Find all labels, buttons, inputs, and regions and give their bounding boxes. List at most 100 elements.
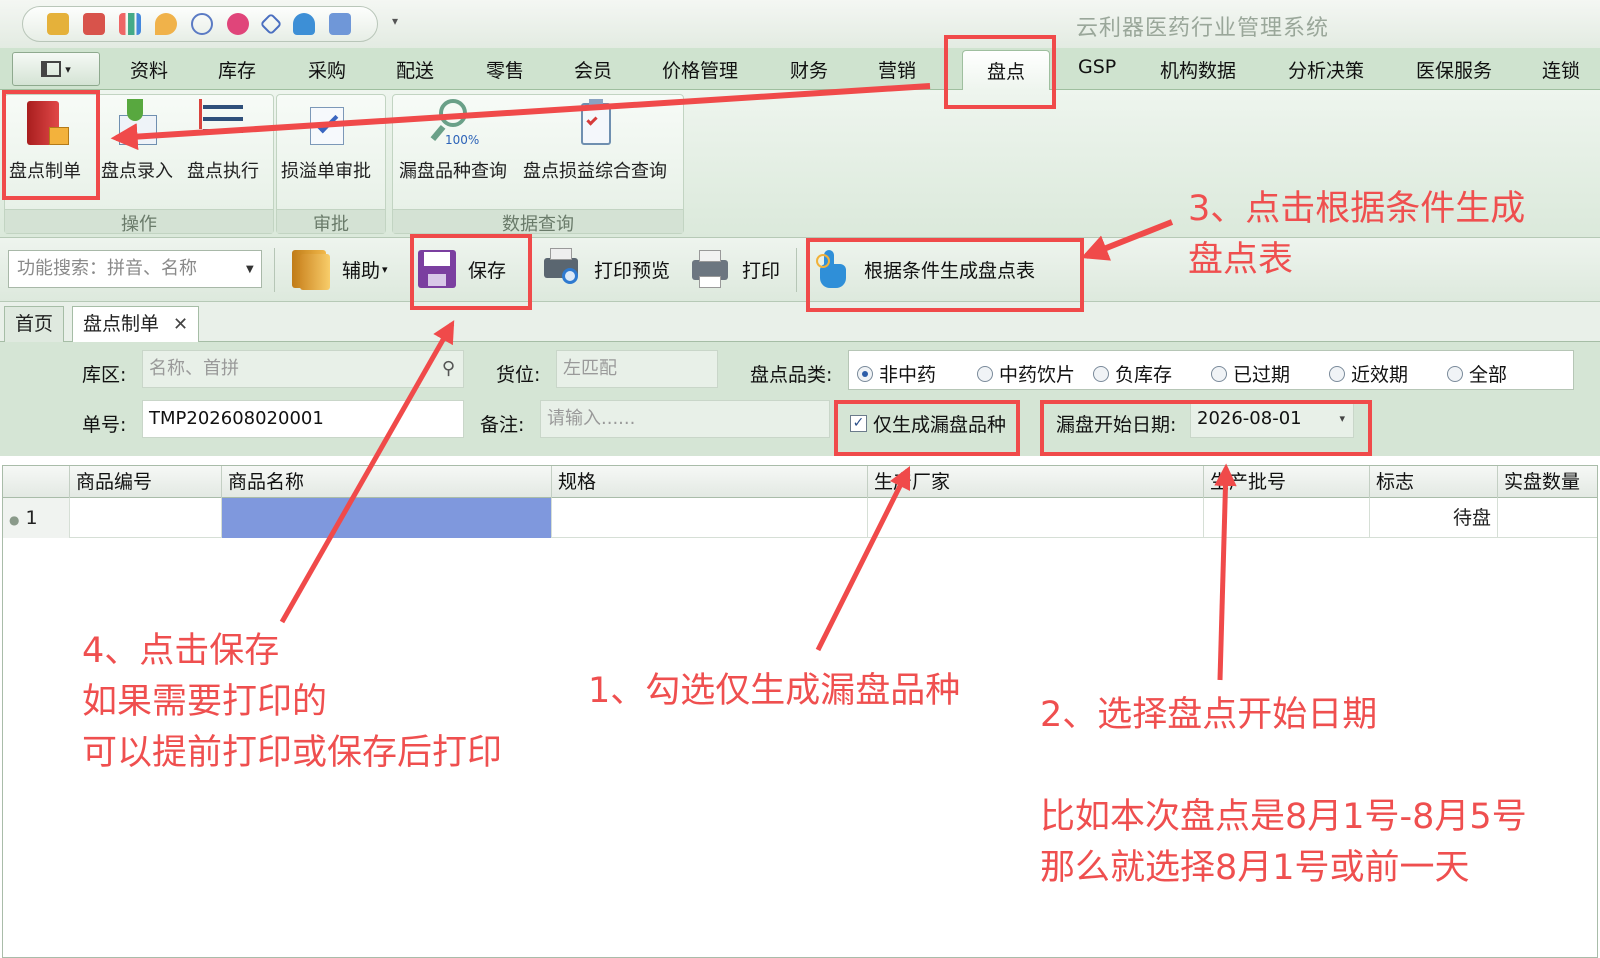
radio-all[interactable]: 全部: [1447, 360, 1507, 387]
annotation-step4: 4、点击保存 如果需要打印的 可以提前打印或保存后打印: [82, 626, 502, 779]
tab-yibao[interactable]: 医保服务: [1416, 56, 1492, 83]
print-label: 打印: [742, 259, 781, 282]
tab-kucun[interactable]: 库存: [218, 56, 256, 83]
radio-label: 非中药: [879, 364, 937, 386]
radio-near-expiry[interactable]: 近效期: [1329, 360, 1408, 387]
radio-dot-icon: [1329, 365, 1345, 382]
radio-negative-stock[interactable]: 负库存: [1093, 360, 1172, 387]
document-icon[interactable]: [83, 13, 105, 35]
tab-jigou[interactable]: 机构数据: [1160, 56, 1236, 83]
toolbar-divider: [274, 248, 275, 292]
tab-ziliao[interactable]: 资料: [130, 56, 168, 83]
function-search-input[interactable]: 功能搜索：拼音、名称: [8, 250, 262, 288]
grid-corner: [3, 466, 69, 498]
tab-peisong[interactable]: 配送: [396, 56, 434, 83]
category-radio-group: 非中药 中药饮片 负库存 已过期 近效期 全部: [848, 350, 1574, 390]
import-arrow-icon: [113, 99, 161, 149]
approve-check-icon: [302, 99, 350, 149]
radio-non-tcm[interactable]: 非中药: [857, 360, 936, 387]
highlight-count-tab: [944, 35, 1056, 109]
quick-access-dropdown-icon[interactable]: ▾: [392, 14, 398, 28]
warehouse-placeholder: 名称、首拼: [149, 358, 239, 379]
column-header-spec[interactable]: 规格: [551, 466, 867, 498]
radio-label: 近效期: [1351, 364, 1409, 386]
column-header-name[interactable]: 商品名称: [221, 466, 551, 498]
location-input[interactable]: 左匹配: [556, 350, 718, 388]
assist-label: 辅助: [342, 259, 381, 282]
clipboard-icon: [571, 99, 619, 149]
cell-spec[interactable]: [551, 498, 867, 538]
tab-caiwu[interactable]: 财务: [790, 56, 828, 83]
tab-yingxiao[interactable]: 营销: [878, 56, 916, 83]
radio-label: 负库存: [1115, 364, 1173, 386]
ribbon-group-approval: 损溢单审批 审批: [276, 94, 386, 235]
tab-fenxi[interactable]: 分析决策: [1288, 56, 1364, 83]
print-preview-button[interactable]: 打印预览: [542, 246, 670, 292]
column-header-qty[interactable]: 实盘数量: [1497, 466, 1599, 498]
print-preview-label: 打印预览: [594, 259, 671, 282]
annotation-note-line1: 比如本次盘点是8月1号-8月5号: [1040, 797, 1527, 837]
cell-maker[interactable]: [867, 498, 1203, 538]
tab-home[interactable]: 首页: [4, 306, 65, 342]
heart-icon[interactable]: [227, 13, 249, 35]
user-circle-icon[interactable]: [191, 13, 213, 35]
ribbon-group-query-label: 数据查询: [393, 209, 683, 235]
column-header-flag[interactable]: 标志: [1369, 466, 1497, 498]
compass-icon[interactable]: [259, 12, 283, 36]
menu-bar: ▾ 资料 库存 采购 配送 零售 会员 价格管理 财务 营销 盘点 GSP 机构…: [0, 48, 1600, 90]
count-execute-button[interactable]: 盘点执行: [187, 99, 259, 183]
cell-name[interactable]: [221, 498, 551, 538]
remark-input[interactable]: 请输入......: [540, 400, 830, 438]
chevron-down-icon: ▾: [382, 262, 388, 276]
column-header-maker[interactable]: 生产厂家: [867, 466, 1203, 498]
warehouse-input[interactable]: 名称、首拼 ⚲: [142, 350, 464, 388]
money-icon[interactable]: [47, 13, 69, 35]
print-preview-icon: [542, 248, 584, 290]
radio-dot-icon: [857, 365, 873, 382]
tab-gsp[interactable]: GSP: [1078, 56, 1116, 78]
annotation-step3-line1: 3、点击根据条件生成: [1188, 189, 1526, 229]
order-number-field[interactable]: TMP202608020001: [142, 400, 464, 438]
cell-batch[interactable]: [1203, 498, 1369, 538]
missed-items-query-button[interactable]: 100% 漏盘品种查询: [399, 99, 507, 183]
percent-badge: 100%: [445, 133, 480, 147]
tab-jiage[interactable]: 价格管理: [662, 56, 738, 83]
tab-lingshou[interactable]: 零售: [486, 56, 524, 83]
count-entry-button[interactable]: 盘点录入: [101, 99, 173, 183]
layout-icon: [41, 61, 62, 77]
print-button[interactable]: 打印: [690, 246, 780, 292]
cell-flag[interactable]: 待盘: [1369, 498, 1497, 538]
column-header-batch[interactable]: 生产批号: [1203, 466, 1369, 498]
tab-huiyuan[interactable]: 会员: [574, 56, 612, 83]
table-row[interactable]: ● 1 待盘: [3, 498, 1597, 538]
highlight-count-order-button: [2, 90, 100, 200]
column-header-code[interactable]: 商品编号: [69, 466, 221, 498]
cell-code[interactable]: [69, 498, 221, 538]
tab-count-order[interactable]: 盘点制单 ✕: [72, 306, 200, 343]
ribbon-group-approval-label: 审批: [277, 209, 385, 235]
people-icon[interactable]: [293, 13, 315, 35]
radio-dot-icon: [1447, 365, 1463, 382]
highlight-start-date: [1040, 400, 1372, 456]
cell-qty[interactable]: [1497, 498, 1599, 538]
quick-access-toolbar: [22, 6, 378, 42]
loss-approval-button[interactable]: 损溢单审批: [281, 99, 371, 183]
magnifier-icon: 100%: [429, 99, 480, 149]
app-title: 云利器医药行业管理系统: [1076, 16, 1330, 41]
tab-caigou[interactable]: 采购: [308, 56, 346, 83]
radio-expired[interactable]: 已过期: [1211, 360, 1290, 387]
report-icon[interactable]: [329, 13, 351, 35]
location-pin-icon[interactable]: [155, 13, 177, 35]
loss-summary-query-button[interactable]: 盘点损益综合查询: [523, 99, 667, 183]
tab-liansuo[interactable]: 连锁: [1542, 56, 1580, 83]
row-status-icon: ●: [9, 513, 20, 527]
search-icon[interactable]: ⚲: [442, 351, 455, 387]
bar-chart-icon[interactable]: [119, 13, 141, 35]
chevron-down-icon[interactable]: ▼: [246, 264, 254, 275]
close-icon[interactable]: ✕: [173, 314, 188, 335]
assist-button[interactable]: 辅助 ▾: [290, 246, 388, 292]
document-tabs: 首页 盘点制单 ✕: [0, 302, 1600, 343]
warehouse-label: 库区:: [82, 364, 127, 386]
radio-tcm-slices[interactable]: 中药饮片: [977, 360, 1075, 387]
app-menu-button[interactable]: ▾: [12, 52, 100, 86]
